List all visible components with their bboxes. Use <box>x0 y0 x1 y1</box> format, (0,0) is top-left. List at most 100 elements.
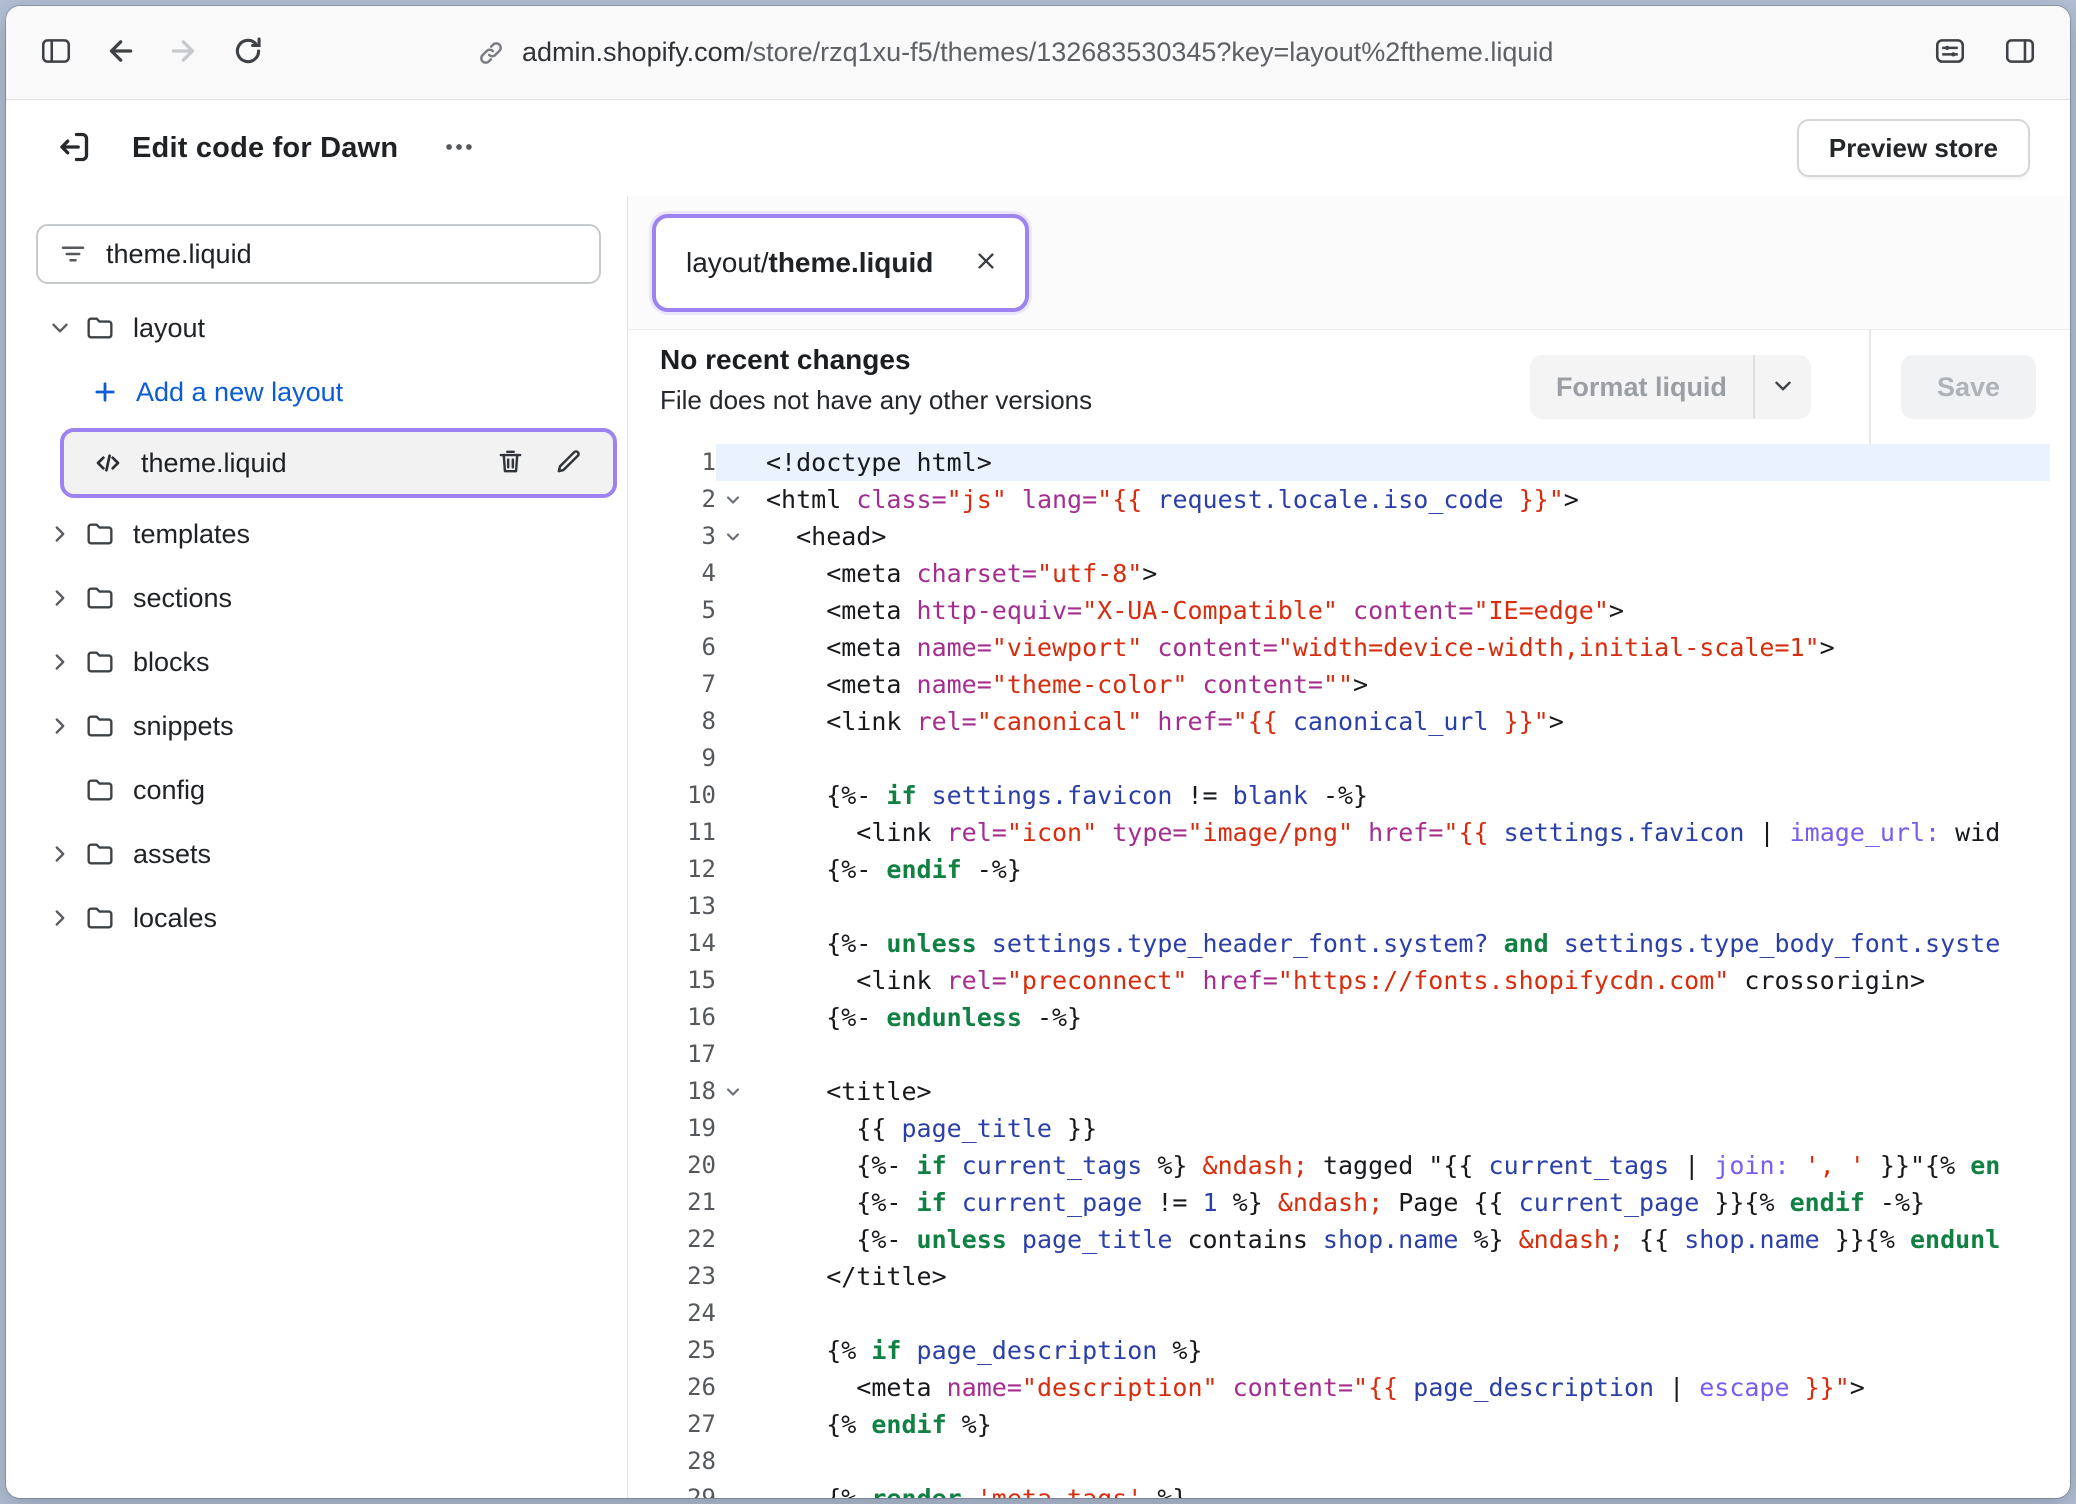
fold-chevron-icon[interactable] <box>716 481 750 518</box>
code-text[interactable]: <head> <box>750 518 2050 555</box>
back-button[interactable] <box>92 25 148 81</box>
more-actions-button[interactable] <box>432 121 486 175</box>
add-layout-button[interactable]: Add a new layout <box>6 360 627 424</box>
sidebar-item-snippets[interactable]: snippets <box>6 694 627 758</box>
fold-gutter <box>716 888 750 925</box>
code-text[interactable]: </title> <box>750 1258 2050 1295</box>
code-text[interactable]: {%- if current_page != 1 %} &ndash; Page… <box>750 1184 2050 1221</box>
fold-gutter <box>716 444 750 481</box>
code-line[interactable]: 19 {{ page_title }} <box>628 1110 2050 1147</box>
fold-gutter <box>716 925 750 962</box>
close-tab-button[interactable] <box>963 240 1009 286</box>
code-line[interactable]: 15 <link rel="preconnect" href="https://… <box>628 962 2050 999</box>
reload-button[interactable] <box>220 25 276 81</box>
code-editor[interactable]: 1<!doctype html>2<html class="js" lang="… <box>628 444 2070 1498</box>
code-text[interactable] <box>750 1443 2050 1480</box>
code-text[interactable]: <html class="js" lang="{{ request.locale… <box>750 481 2050 518</box>
code-text[interactable]: <meta charset="utf-8"> <box>750 555 2050 592</box>
fold-gutter <box>716 1406 750 1443</box>
code-line[interactable]: 12 {%- endif -%} <box>628 851 2050 888</box>
code-text[interactable]: {% if page_description %} <box>750 1332 2050 1369</box>
code-text[interactable]: {%- unless page_title contains shop.name… <box>750 1221 2050 1258</box>
code-text[interactable]: {%- unless settings.type_header_font.sys… <box>750 925 2050 962</box>
code-text[interactable]: {%- if settings.favicon != blank -%} <box>750 777 2050 814</box>
code-text[interactable]: <!doctype html> <box>750 444 2050 481</box>
code-text[interactable]: {{ page_title }} <box>750 1110 2050 1147</box>
code-line[interactable]: 23 </title> <box>628 1258 2050 1295</box>
code-line[interactable]: 14 {%- unless settings.type_header_font.… <box>628 925 2050 962</box>
page-settings-button[interactable] <box>1922 25 1978 81</box>
code-line[interactable]: 27 {% endif %} <box>628 1406 2050 1443</box>
sidebar-item-theme-liquid[interactable]: theme.liquid <box>60 428 617 498</box>
sidebar-toggle-button[interactable] <box>28 25 84 81</box>
fold-gutter <box>716 999 750 1036</box>
fold-chevron-icon[interactable] <box>716 518 750 555</box>
code-line[interactable]: 4 <meta charset="utf-8"> <box>628 555 2050 592</box>
file-search-input[interactable]: theme.liquid <box>36 224 601 284</box>
line-number: 14 <box>628 925 716 962</box>
code-text[interactable]: <link rel="canonical" href="{{ canonical… <box>750 703 2050 740</box>
forward-button[interactable] <box>156 25 212 81</box>
sidebar-item-sections[interactable]: sections <box>6 566 627 630</box>
code-line[interactable]: 24 <box>628 1295 2050 1332</box>
code-text[interactable]: <meta http-equiv="X-UA-Compatible" conte… <box>750 592 2050 629</box>
code-line[interactable]: 28 <box>628 1443 2050 1480</box>
fold-gutter <box>716 1221 750 1258</box>
sidebar-item-config[interactable]: config <box>6 758 627 822</box>
sidebar-item-layout[interactable]: layout <box>6 296 627 360</box>
code-line[interactable]: 26 <meta name="description" content="{{ … <box>628 1369 2050 1406</box>
code-text[interactable]: {%- if current_tags %} &ndash; tagged "{… <box>750 1147 2050 1184</box>
folder-label: config <box>133 775 205 806</box>
sidebar-item-assets[interactable]: assets <box>6 822 627 886</box>
code-text[interactable]: {%- endunless -%} <box>750 999 2050 1036</box>
exit-code-editor-button[interactable] <box>48 122 100 174</box>
format-dropdown-toggle[interactable] <box>1753 355 1811 419</box>
preview-store-button[interactable]: Preview store <box>1797 119 2030 177</box>
fold-chevron-icon[interactable] <box>716 1073 750 1110</box>
rename-file-button[interactable] <box>543 438 593 488</box>
version-status: No recent changes File does not have any… <box>628 330 1530 416</box>
code-line[interactable]: 20 {%- if current_tags %} &ndash; tagged… <box>628 1147 2050 1184</box>
code-line[interactable]: 29 {% render 'meta-tags' %} <box>628 1480 2050 1498</box>
code-line[interactable]: 11 <link rel="icon" type="image/png" hre… <box>628 814 2050 851</box>
code-text[interactable] <box>750 1295 2050 1332</box>
code-text[interactable] <box>750 1036 2050 1073</box>
code-text[interactable]: <link rel="preconnect" href="https://fon… <box>750 962 2050 999</box>
code-line[interactable]: 9 <box>628 740 2050 777</box>
folder-label: snippets <box>133 711 234 742</box>
code-line[interactable]: 3 <head> <box>628 518 2050 555</box>
code-line[interactable]: 21 {%- if current_page != 1 %} &ndash; P… <box>628 1184 2050 1221</box>
code-text[interactable] <box>750 888 2050 925</box>
code-line[interactable]: 22 {%- unless page_title contains shop.n… <box>628 1221 2050 1258</box>
delete-file-button[interactable] <box>485 438 535 488</box>
code-line[interactable]: 25 {% if page_description %} <box>628 1332 2050 1369</box>
code-text[interactable]: {%- endif -%} <box>750 851 2050 888</box>
code-line[interactable]: 1<!doctype html> <box>628 444 2050 481</box>
code-line[interactable]: 18 <title> <box>628 1073 2050 1110</box>
code-text[interactable]: {% render 'meta-tags' %} <box>750 1480 2050 1498</box>
code-text[interactable]: {% endif %} <box>750 1406 2050 1443</box>
address-bar[interactable]: admin.shopify.com/store/rzq1xu-f5/themes… <box>476 6 1553 99</box>
panel-toggle-button[interactable] <box>1992 25 2048 81</box>
code-line[interactable]: 16 {%- endunless -%} <box>628 999 2050 1036</box>
sidebar-item-locales[interactable]: locales <box>6 886 627 950</box>
code-text[interactable]: <meta name="description" content="{{ pag… <box>750 1369 2050 1406</box>
tab-theme-liquid[interactable]: layout/theme.liquid <box>652 214 1029 312</box>
format-liquid-button[interactable]: Format liquid <box>1530 355 1811 419</box>
sidebar-item-blocks[interactable]: blocks <box>6 630 627 694</box>
code-text[interactable] <box>750 740 2050 777</box>
code-line[interactable]: 5 <meta http-equiv="X-UA-Compatible" con… <box>628 592 2050 629</box>
code-line[interactable]: 13 <box>628 888 2050 925</box>
code-line[interactable]: 2<html class="js" lang="{{ request.local… <box>628 481 2050 518</box>
save-button[interactable]: Save <box>1901 355 2036 419</box>
code-text[interactable]: <meta name="viewport" content="width=dev… <box>750 629 2050 666</box>
code-line[interactable]: 7 <meta name="theme-color" content=""> <box>628 666 2050 703</box>
code-text[interactable]: <link rel="icon" type="image/png" href="… <box>750 814 2050 851</box>
code-line[interactable]: 10 {%- if settings.favicon != blank -%} <box>628 777 2050 814</box>
code-line[interactable]: 6 <meta name="viewport" content="width=d… <box>628 629 2050 666</box>
code-line[interactable]: 17 <box>628 1036 2050 1073</box>
code-line[interactable]: 8 <link rel="canonical" href="{{ canonic… <box>628 703 2050 740</box>
code-text[interactable]: <meta name="theme-color" content=""> <box>750 666 2050 703</box>
sidebar-item-templates[interactable]: templates <box>6 502 627 566</box>
code-text[interactable]: <title> <box>750 1073 2050 1110</box>
